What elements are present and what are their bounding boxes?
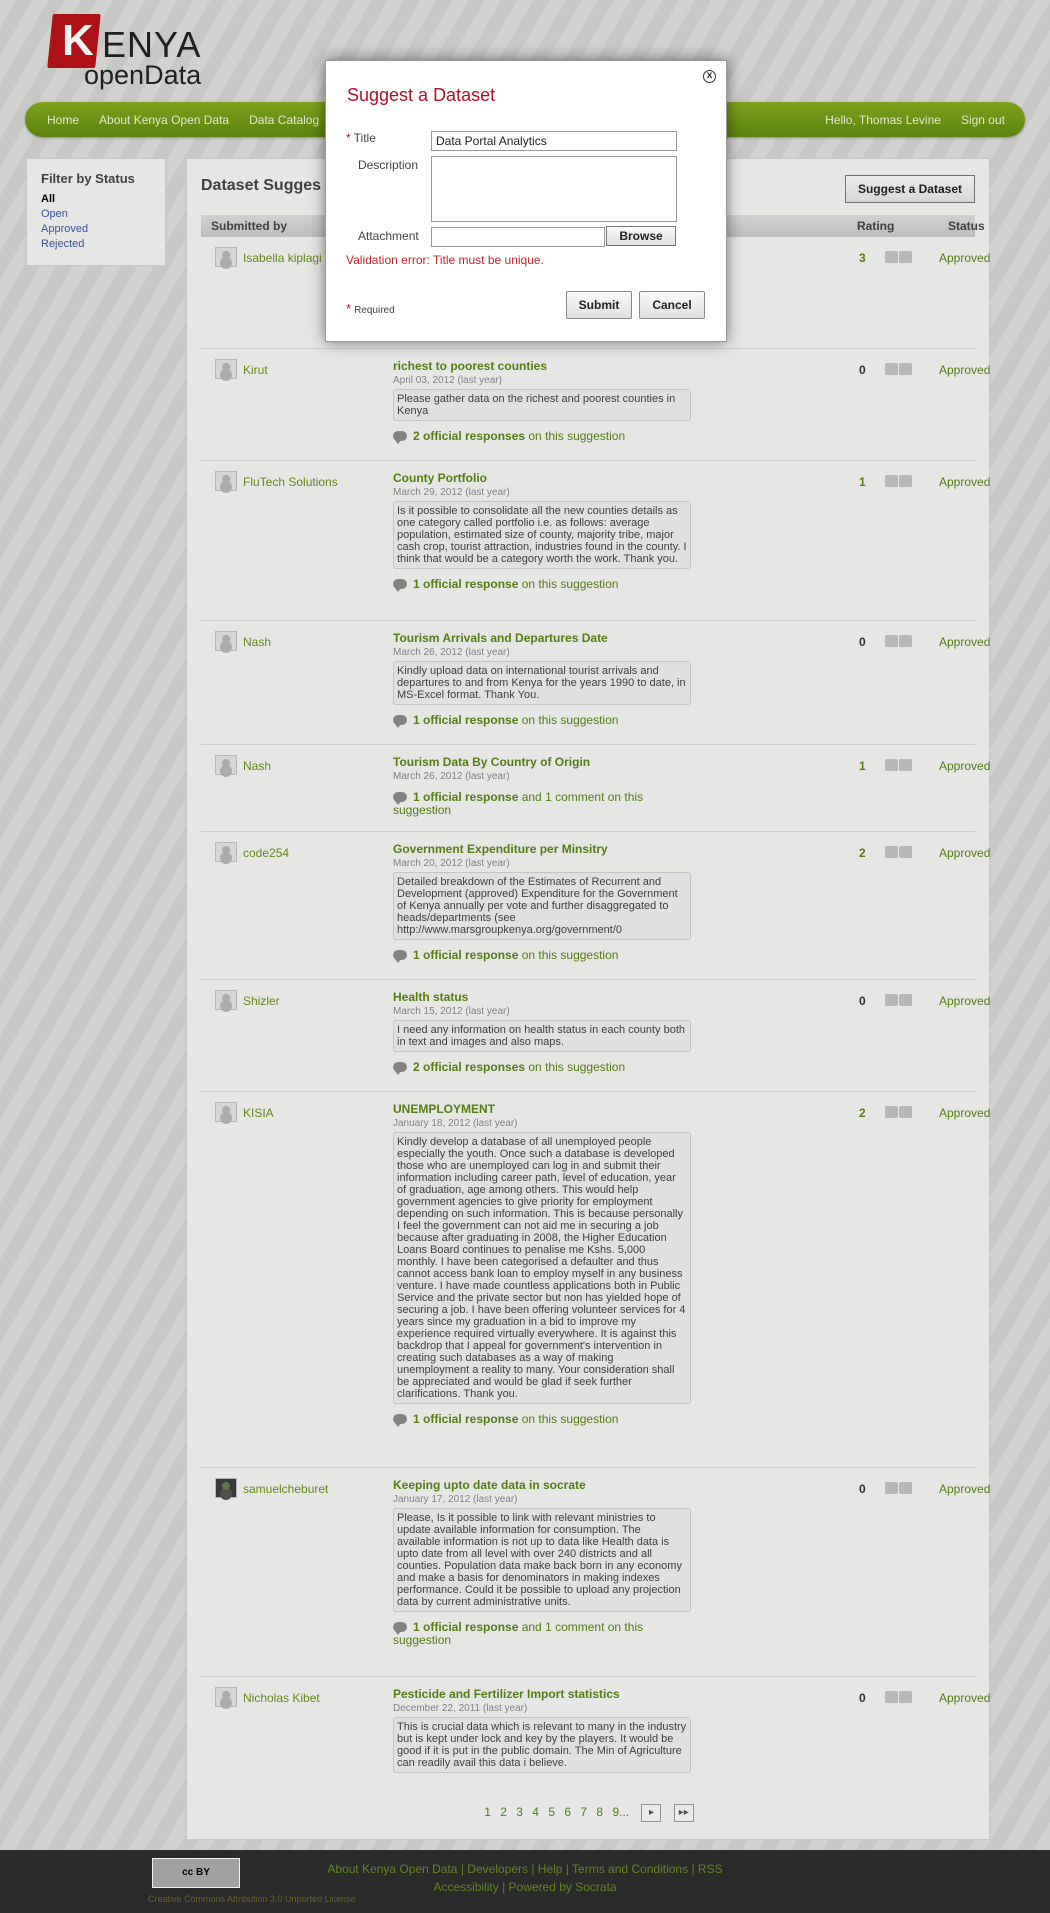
required-note: * Required xyxy=(346,301,395,316)
title-field[interactable] xyxy=(431,131,677,151)
validation-error: Validation error: Title must be unique. xyxy=(346,253,544,267)
submit-button[interactable]: Submit xyxy=(566,291,632,319)
description-field[interactable] xyxy=(431,156,677,222)
page: K ENYA openData Home About Kenya Open Da… xyxy=(0,0,1050,1913)
required-asterisk: * xyxy=(346,301,352,316)
close-icon[interactable]: x xyxy=(703,70,716,83)
title-label: * Title xyxy=(346,131,376,145)
dialog-title: Suggest a Dataset xyxy=(347,85,496,105)
attachment-label: Attachment xyxy=(358,229,419,243)
attachment-field[interactable] xyxy=(431,227,605,247)
cancel-button[interactable]: Cancel xyxy=(639,291,705,319)
browse-button[interactable]: Browse xyxy=(606,226,676,246)
required-asterisk: * xyxy=(346,131,351,145)
description-label: Description xyxy=(358,158,419,172)
suggest-dataset-dialog: Suggest a Dataset x *Title Description A… xyxy=(325,60,727,342)
